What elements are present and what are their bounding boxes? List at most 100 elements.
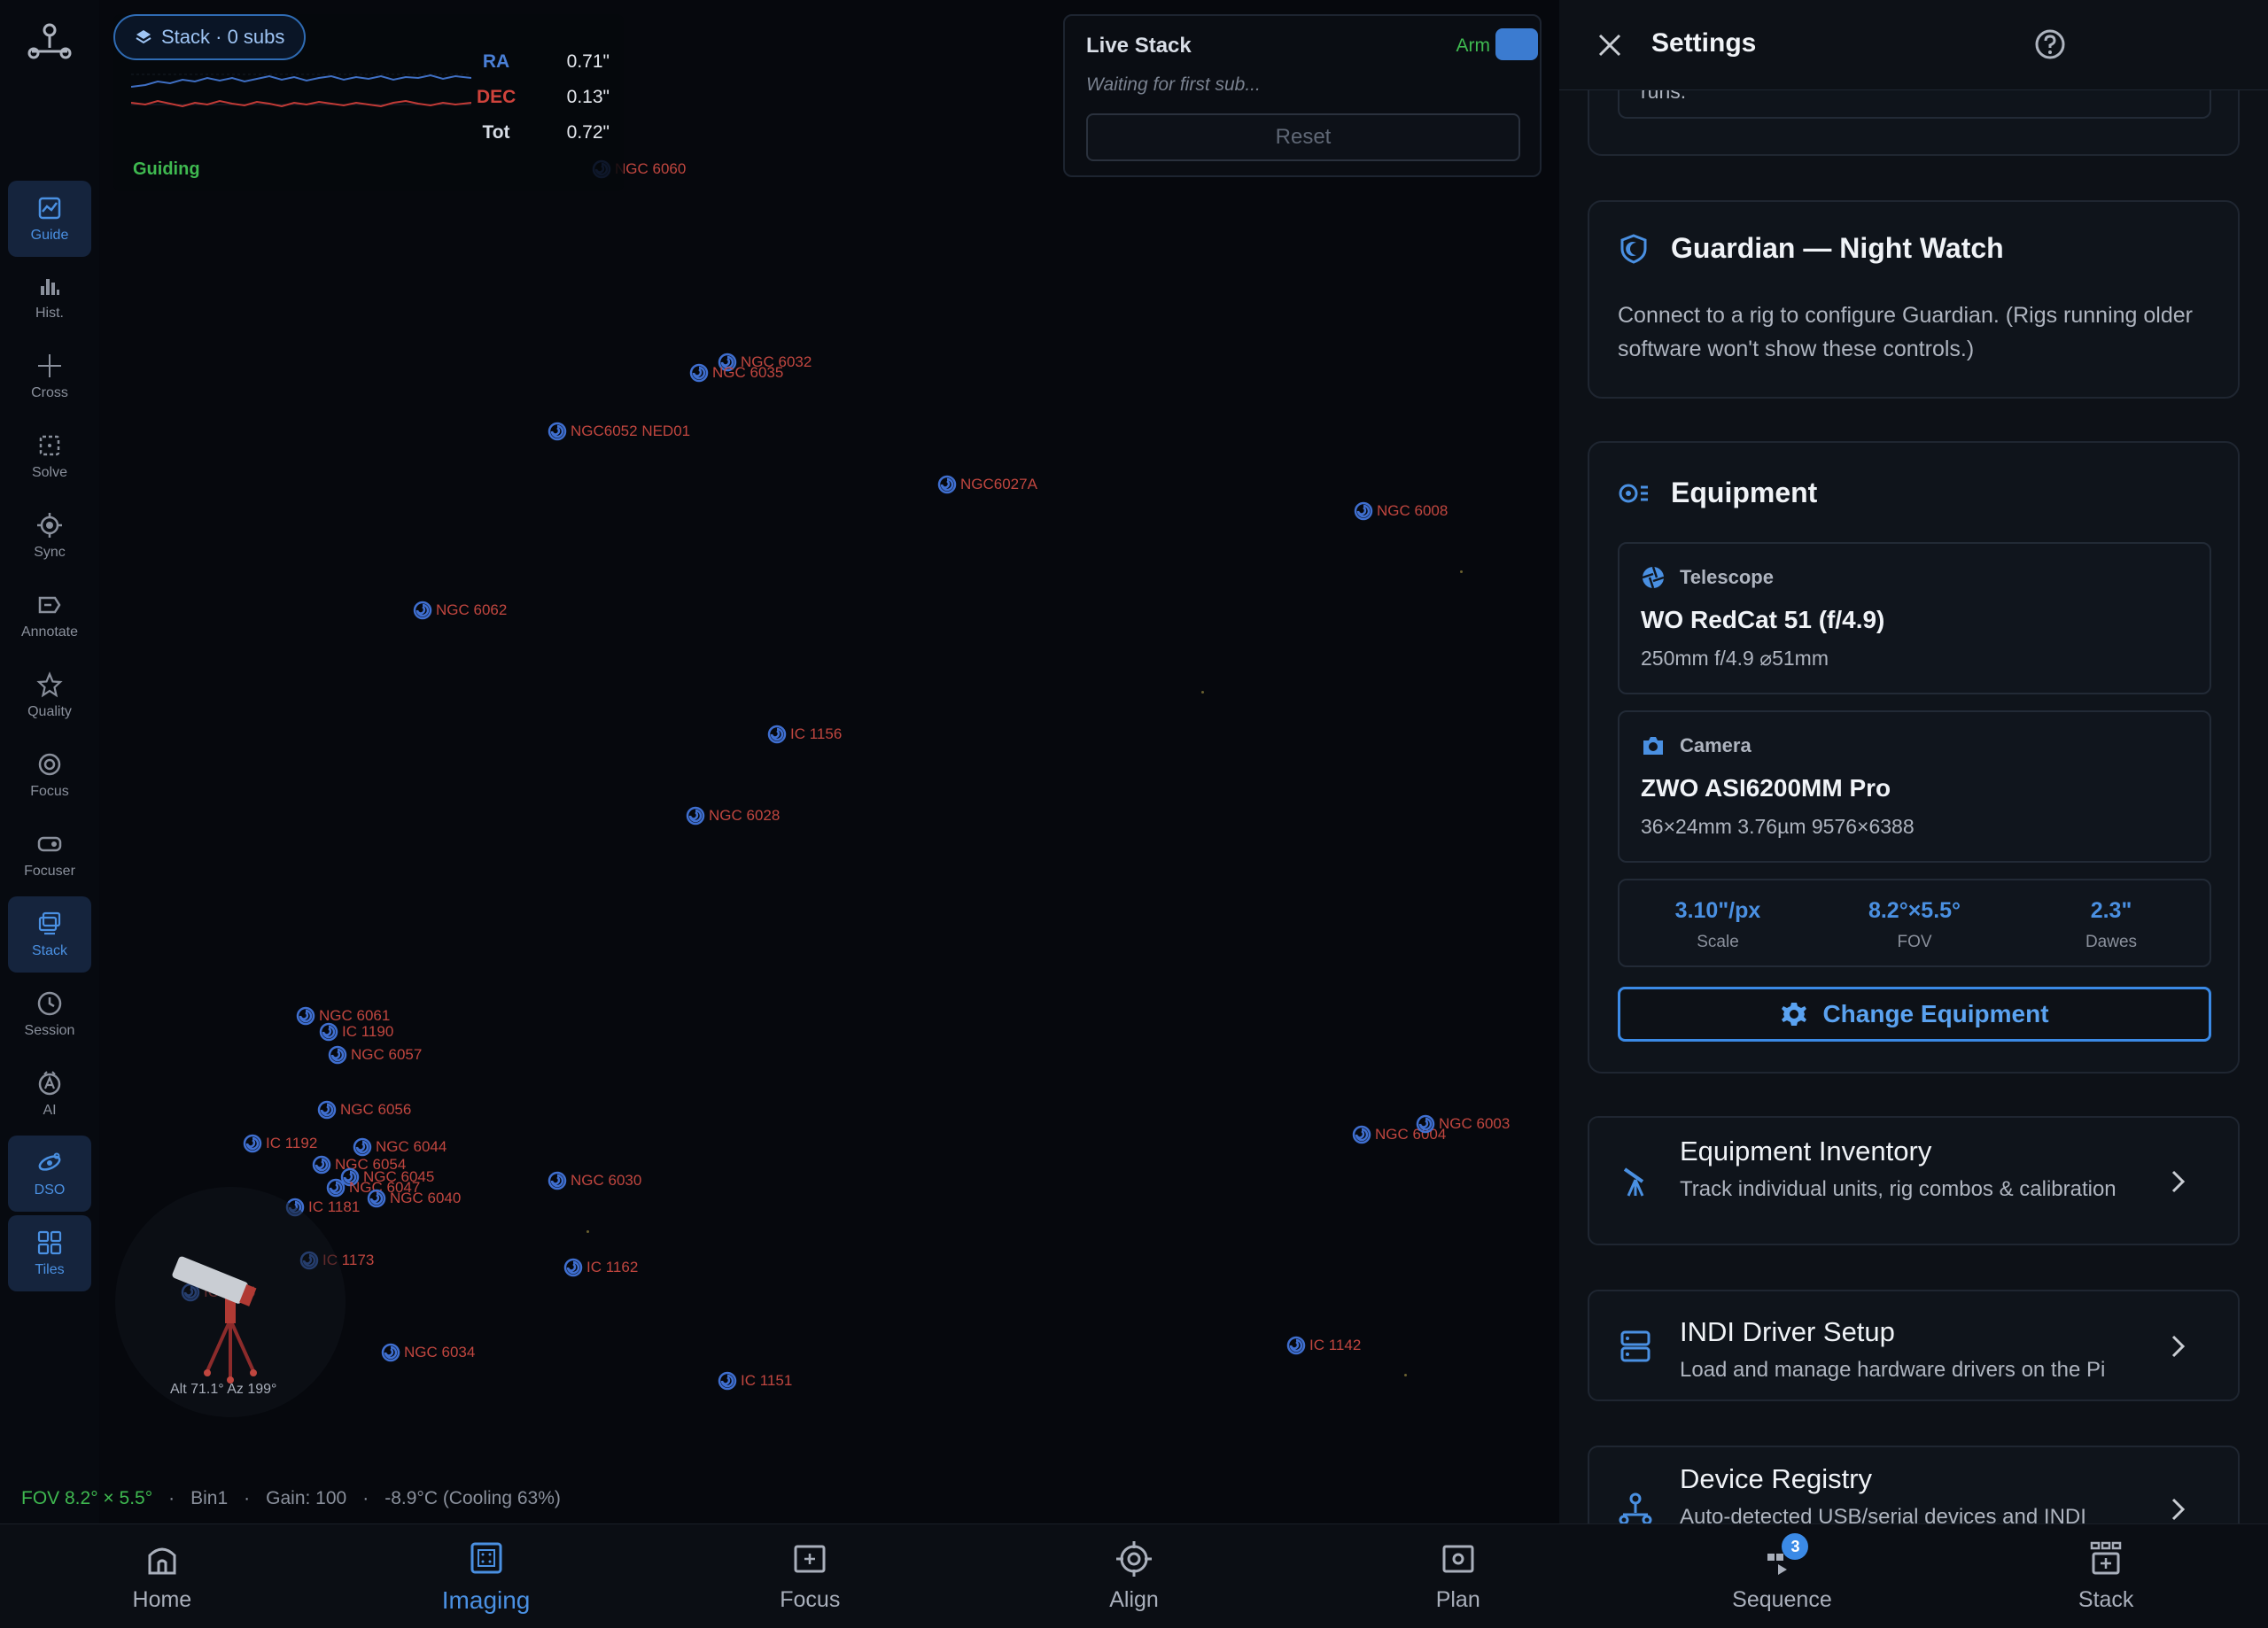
change-equipment-button[interactable]: Change Equipment: [1618, 987, 2211, 1042]
stack-status-pill[interactable]: Stack · 0 subs: [113, 14, 307, 60]
nav-tab-imaging[interactable]: Imaging: [324, 1524, 649, 1628]
annotate-icon: [38, 596, 61, 614]
dso-marker[interactable]: NGC6052 NED01: [548, 422, 690, 441]
help-icon[interactable]: [2034, 28, 2066, 60]
rail-item-label: Focuser: [24, 864, 75, 879]
rail-item-solve[interactable]: Solve: [8, 418, 91, 494]
galaxy-icon: [312, 1155, 331, 1174]
server-icon: [1620, 1330, 1651, 1362]
equipment-inventory-desc: Track individual units, rig combos & cal…: [1680, 1177, 2117, 1201]
indi-driver-setup-row[interactable]: INDI Driver Setup Load and manage hardwa…: [1588, 1290, 2240, 1401]
dso-label: IC 1156: [790, 725, 843, 742]
nav-tab-sequence[interactable]: Sequence 3: [1620, 1524, 1945, 1628]
dso-label: NGC6052 NED01: [571, 423, 691, 439]
dso-marker[interactable]: IC 1142: [1286, 1336, 1361, 1355]
rail-item-focus[interactable]: Focus: [8, 737, 91, 813]
dso-marker[interactable]: NGC 6044: [353, 1137, 447, 1157]
guardian-header: Guardian — Night Watch: [1618, 232, 2004, 265]
reset-button[interactable]: Reset: [1086, 113, 1520, 161]
dso-marker[interactable]: IC 1156: [767, 725, 842, 744]
tiles-icon: [37, 1230, 62, 1255]
rail-item-focuser[interactable]: Focuser: [8, 817, 91, 893]
dso-label: NGC 6008: [1377, 502, 1449, 519]
nav-tab-align[interactable]: Align: [972, 1524, 1296, 1628]
equipment-inventory-row[interactable]: Equipment Inventory Track individual uni…: [1588, 1116, 2240, 1245]
dso-marker[interactable]: NGC 6028: [686, 806, 780, 826]
nav-tab-label: Plan: [1435, 1587, 1480, 1612]
telescope-spec: 250mm f/4.9 ⌀51mm: [1641, 647, 1829, 670]
rail-item-quality[interactable]: Quality: [8, 657, 91, 733]
stack-icon: [2090, 1541, 2122, 1575]
gain-readout: Gain: 100: [266, 1488, 347, 1508]
focuser-icon: [37, 836, 62, 852]
rail-item-hist[interactable]: Hist.: [8, 259, 91, 335]
live-stack-toggle[interactable]: [1495, 28, 1538, 60]
dso-label: NGC 6044: [376, 1138, 447, 1155]
telescope-name: WO RedCat 51 (f/4.9): [1641, 606, 1885, 633]
galaxy-icon: [686, 806, 705, 826]
rail-item-dso[interactable]: DSO: [8, 1136, 91, 1212]
dso-label: NGC 6060: [615, 160, 687, 177]
dso-marker[interactable]: IC 1190: [319, 1022, 393, 1042]
dso-marker[interactable]: NGC 6056: [317, 1100, 411, 1120]
dso-marker[interactable]: IC 1151: [718, 1371, 792, 1391]
dso-marker[interactable]: NGC 6003: [1416, 1114, 1510, 1134]
ai-icon: [38, 1071, 61, 1096]
nav-tab-focus[interactable]: Focus: [648, 1524, 972, 1628]
dso-label: NGC 6003: [1439, 1115, 1511, 1132]
dso-marker[interactable]: NGC6027A: [937, 475, 1037, 494]
nav-tab-plan[interactable]: Plan: [1296, 1524, 1620, 1628]
equipment-card: Equipment Telescope WO RedCat 51 (f/4.9)…: [1588, 441, 2240, 1074]
rail-item-tiles[interactable]: Tiles: [8, 1215, 91, 1291]
nav-tab-stack[interactable]: Stack: [1944, 1524, 2268, 1628]
rail-item-sync[interactable]: Sync: [8, 498, 91, 574]
dso-marker[interactable]: IC 1162: [563, 1258, 638, 1277]
dso-marker[interactable]: NGC 6034: [381, 1343, 475, 1362]
dso-marker[interactable]: NGC 6062: [413, 601, 507, 620]
galaxy-icon: [1416, 1114, 1435, 1134]
camera-name: ZWO ASI6200MM Pro: [1641, 774, 1891, 802]
metric-label: Dawes: [2085, 933, 2138, 951]
aperture-icon: [1642, 566, 1665, 589]
rail-item-cross[interactable]: Cross: [8, 338, 91, 415]
galaxy-icon: [381, 1343, 400, 1362]
layers-icon: [136, 30, 151, 44]
rail-item-label: Annotate: [20, 624, 79, 640]
rig-logo-icon[interactable]: [25, 21, 74, 64]
star: [1201, 691, 1204, 694]
chevron-right-icon: [2171, 1335, 2186, 1358]
rail-item-label: Cross: [31, 385, 68, 400]
telescope-card[interactable]: Telescope WO RedCat 51 (f/4.9) 250mm f/4…: [1618, 542, 2211, 694]
rail-item-guide[interactable]: Guide: [8, 181, 91, 257]
rail-item-ai[interactable]: AI: [8, 1056, 91, 1132]
camera-card[interactable]: Camera ZWO ASI6200MM Pro 36×24mm 3.76µm …: [1618, 710, 2211, 863]
solve-icon: [39, 435, 60, 456]
dso-marker[interactable]: IC 1192: [243, 1134, 317, 1153]
device-registry-row[interactable]: Device Registry Auto-detected USB/serial…: [1588, 1446, 2240, 1523]
dso-marker[interactable]: NGC 6030: [548, 1171, 641, 1190]
optics-metrics: 3.10"/px Scale 8.2°×5.5° FOV 2.3" Dawes: [1618, 879, 2211, 967]
temperature-readout: -8.9°C (Cooling 63%): [384, 1488, 561, 1508]
sequence-count-badge: 3: [1782, 1533, 1809, 1560]
galaxy-icon: [718, 1371, 737, 1391]
rail-item-label: Focus: [30, 784, 69, 799]
focus-frame-icon: [794, 1545, 826, 1573]
separator: ·: [362, 1488, 369, 1508]
rail-item-stack[interactable]: Stack: [8, 896, 91, 973]
rail-item-session[interactable]: Session: [8, 976, 91, 1052]
dso-marker[interactable]: NGC 6057: [328, 1045, 422, 1065]
telescope-label-row: Telescope: [1641, 565, 1774, 590]
close-icon[interactable]: [1595, 30, 1625, 60]
dso-marker[interactable]: NGC 6040: [367, 1189, 461, 1208]
nav-tab-home[interactable]: Home: [0, 1524, 324, 1628]
home-icon: [148, 1547, 176, 1575]
dso-marker[interactable]: NGC 6008: [1354, 501, 1448, 521]
rail-item-label: Quality: [27, 704, 72, 719]
dso-marker[interactable]: NGC 6035: [689, 363, 783, 383]
galaxy-icon: [937, 475, 957, 494]
nav-tab-label: Align: [1109, 1587, 1159, 1612]
change-equipment-label: Change Equipment: [1822, 1000, 2049, 1027]
settings-header: Settings: [1559, 0, 2268, 90]
dso-label: NGC 6057: [351, 1046, 423, 1063]
rail-item-annotate[interactable]: Annotate: [8, 578, 91, 654]
